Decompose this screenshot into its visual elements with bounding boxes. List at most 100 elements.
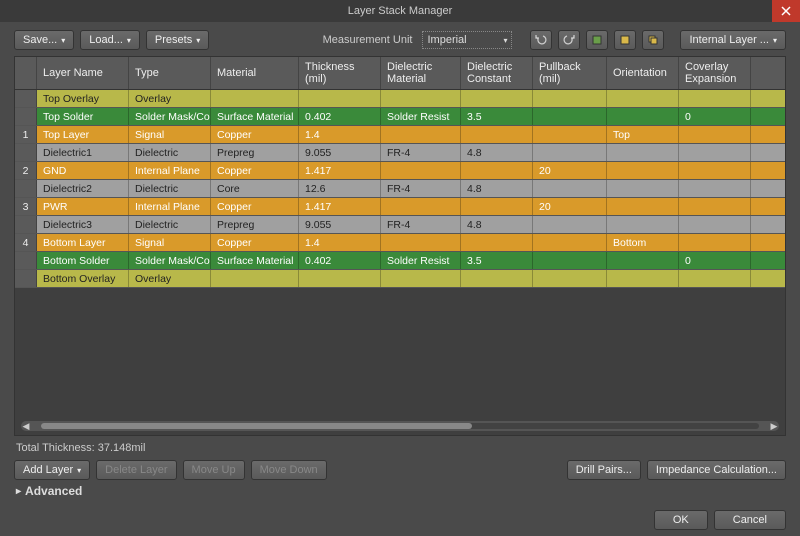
load-button[interactable]: Load...▾ <box>80 30 140 50</box>
cell-material[interactable]: Surface Material <box>211 108 299 125</box>
cancel-button[interactable]: Cancel <box>714 510 786 530</box>
cell-coverlay[interactable]: 0 <box>679 108 751 125</box>
cell-material[interactable]: Copper <box>211 234 299 251</box>
tool-button-3[interactable] <box>642 30 664 50</box>
table-row[interactable]: 3PWRInternal PlaneCopper1.41720 <box>15 198 785 216</box>
cell-coverlay[interactable] <box>679 198 751 215</box>
cell-dmat[interactable] <box>381 270 461 287</box>
cell-orientation[interactable] <box>607 162 679 179</box>
cell-orientation[interactable] <box>607 144 679 161</box>
cell-thickness[interactable]: 9.055 <box>299 144 381 161</box>
cell-pullback[interactable] <box>533 90 607 107</box>
cell-dk[interactable]: 4.8 <box>461 216 533 233</box>
internal-layer-dropdown[interactable]: Internal Layer ...▾ <box>680 30 786 50</box>
cell-orientation[interactable] <box>607 216 679 233</box>
cell-dk[interactable] <box>461 198 533 215</box>
cell-pullback[interactable] <box>533 108 607 125</box>
table-row[interactable]: Dielectric3DielectricPrepreg9.055FR-44.8 <box>15 216 785 234</box>
table-row[interactable]: Top OverlayOverlay <box>15 90 785 108</box>
cell-dmat[interactable]: FR-4 <box>381 216 461 233</box>
table-row[interactable]: Bottom OverlayOverlay <box>15 270 785 288</box>
cell-thickness[interactable] <box>299 90 381 107</box>
col-orientation[interactable]: Orientation <box>607 57 679 89</box>
cell-orientation[interactable] <box>607 198 679 215</box>
cell-pullback[interactable]: 20 <box>533 198 607 215</box>
table-row[interactable]: Bottom SolderSolder Mask/Co...Surface Ma… <box>15 252 785 270</box>
cell-pullback[interactable] <box>533 180 607 197</box>
scroll-thumb[interactable] <box>41 423 472 429</box>
cell-name[interactable]: GND <box>37 162 129 179</box>
cell-material[interactable]: Surface Material <box>211 252 299 269</box>
cell-name[interactable]: Bottom Layer <box>37 234 129 251</box>
table-row[interactable]: Top SolderSolder Mask/Co...Surface Mater… <box>15 108 785 126</box>
cell-dk[interactable]: 3.5 <box>461 108 533 125</box>
cell-pullback[interactable] <box>533 144 607 161</box>
col-dielectric-constant[interactable]: Dielectric Constant <box>461 57 533 89</box>
scroll-left-icon[interactable]: ◀ <box>21 421 31 432</box>
cell-name[interactable]: PWR <box>37 198 129 215</box>
table-row[interactable]: 1Top LayerSignalCopper1.4Top <box>15 126 785 144</box>
cell-coverlay[interactable] <box>679 144 751 161</box>
move-up-button[interactable]: Move Up <box>183 460 245 480</box>
cell-coverlay[interactable] <box>679 180 751 197</box>
col-type[interactable]: Type <box>129 57 211 89</box>
cell-coverlay[interactable] <box>679 126 751 143</box>
cell-pullback[interactable]: 20 <box>533 162 607 179</box>
ok-button[interactable]: OK <box>654 510 708 530</box>
undo-button[interactable] <box>530 30 552 50</box>
tool-button-2[interactable] <box>614 30 636 50</box>
col-material[interactable]: Material <box>211 57 299 89</box>
col-pullback[interactable]: Pullback (mil) <box>533 57 607 89</box>
col-layer-name[interactable]: Layer Name <box>37 57 129 89</box>
col-coverlay[interactable]: Coverlay Expansion <box>679 57 751 89</box>
cell-type[interactable]: Overlay <box>129 270 211 287</box>
advanced-toggle[interactable]: ▸ Advanced <box>14 480 786 502</box>
measurement-unit-select[interactable]: Imperial ▾ <box>422 31 512 49</box>
cell-orientation[interactable] <box>607 90 679 107</box>
cell-num[interactable] <box>15 252 37 269</box>
cell-dmat[interactable] <box>381 162 461 179</box>
cell-pullback[interactable] <box>533 252 607 269</box>
cell-type[interactable]: Dielectric <box>129 180 211 197</box>
cell-pullback[interactable] <box>533 126 607 143</box>
cell-name[interactable]: Dielectric1 <box>37 144 129 161</box>
cell-coverlay[interactable] <box>679 90 751 107</box>
cell-dmat[interactable]: FR-4 <box>381 180 461 197</box>
cell-num[interactable] <box>15 144 37 161</box>
add-layer-button[interactable]: Add Layer▾ <box>14 460 90 480</box>
cell-coverlay[interactable] <box>679 234 751 251</box>
cell-dk[interactable] <box>461 162 533 179</box>
cell-type[interactable]: Dielectric <box>129 144 211 161</box>
cell-num[interactable]: 2 <box>15 162 37 179</box>
cell-type[interactable]: Overlay <box>129 90 211 107</box>
cell-type[interactable]: Internal Plane <box>129 198 211 215</box>
cell-thickness[interactable]: 1.417 <box>299 162 381 179</box>
cell-type[interactable]: Internal Plane <box>129 162 211 179</box>
cell-coverlay[interactable] <box>679 162 751 179</box>
cell-orientation[interactable] <box>607 270 679 287</box>
delete-layer-button[interactable]: Delete Layer <box>96 460 176 480</box>
cell-material[interactable]: Core <box>211 180 299 197</box>
cell-name[interactable]: Bottom Solder <box>37 252 129 269</box>
scroll-right-icon[interactable]: ▶ <box>769 421 779 432</box>
cell-pullback[interactable] <box>533 216 607 233</box>
cell-type[interactable]: Signal <box>129 126 211 143</box>
col-dielectric-material[interactable]: Dielectric Material <box>381 57 461 89</box>
cell-name[interactable]: Top Solder <box>37 108 129 125</box>
cell-pullback[interactable] <box>533 234 607 251</box>
cell-type[interactable]: Solder Mask/Co... <box>129 252 211 269</box>
cell-dk[interactable] <box>461 270 533 287</box>
cell-dk[interactable] <box>461 234 533 251</box>
cell-dmat[interactable] <box>381 126 461 143</box>
redo-button[interactable] <box>558 30 580 50</box>
cell-dmat[interactable] <box>381 198 461 215</box>
cell-material[interactable] <box>211 90 299 107</box>
cell-material[interactable]: Copper <box>211 126 299 143</box>
cell-dmat[interactable]: FR-4 <box>381 144 461 161</box>
cell-orientation[interactable] <box>607 252 679 269</box>
cell-name[interactable]: Top Overlay <box>37 90 129 107</box>
cell-name[interactable]: Dielectric3 <box>37 216 129 233</box>
save-button[interactable]: Save...▾ <box>14 30 74 50</box>
cell-name[interactable]: Bottom Overlay <box>37 270 129 287</box>
cell-thickness[interactable]: 1.4 <box>299 234 381 251</box>
